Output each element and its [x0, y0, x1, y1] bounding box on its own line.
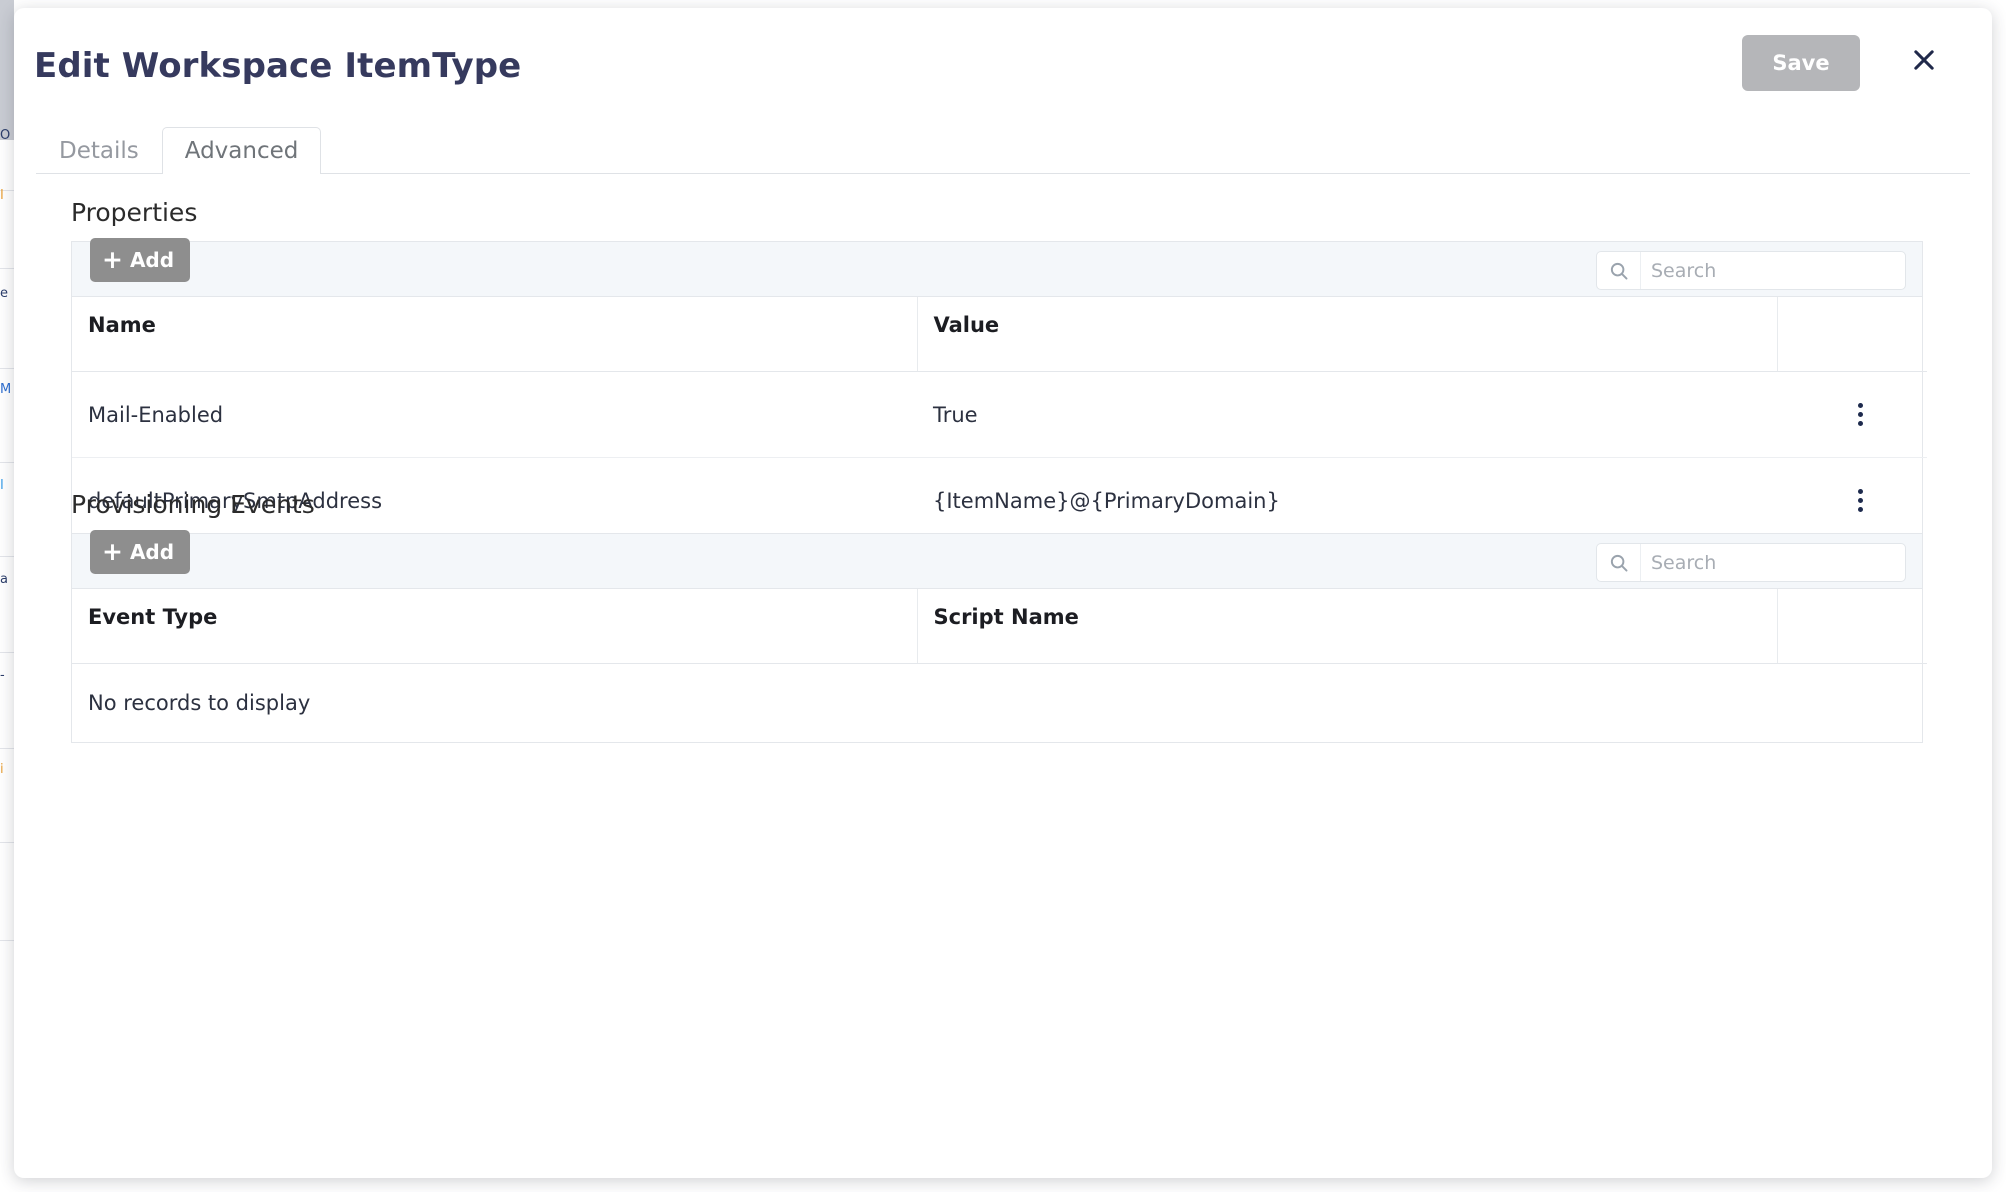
- provisioning-events-grid-panel: + Add: [71, 533, 1923, 743]
- save-button[interactable]: Save: [1742, 35, 1860, 91]
- tab-advanced[interactable]: Advanced: [162, 127, 322, 174]
- background-divider: [0, 748, 14, 749]
- properties-column-header-value[interactable]: Value: [917, 297, 1777, 372]
- kebab-menu-icon[interactable]: [1843, 399, 1877, 430]
- properties-column-header-name[interactable]: Name: [72, 297, 917, 372]
- page-title: Edit Workspace ItemType: [34, 46, 521, 86]
- provisioning-events-column-header-actions: [1777, 589, 1927, 664]
- plus-icon: +: [102, 539, 123, 564]
- background-divider: [0, 652, 14, 653]
- provisioning-events-column-header-script-name[interactable]: Script Name: [917, 589, 1777, 664]
- background-divider: [0, 368, 14, 369]
- provisioning-events-section-title: Provisioning Events: [71, 490, 1970, 519]
- provisioning-events-table-header-row: Event Type Script Name: [72, 589, 1927, 664]
- provisioning-events-section: Provisioning Events + Add: [36, 490, 1970, 743]
- search-icon: [1597, 544, 1641, 581]
- provisioning-events-add-label: Add: [130, 540, 174, 564]
- close-icon: [1910, 46, 1938, 74]
- tab-details[interactable]: Details: [36, 127, 162, 173]
- empty-state-message: No records to display: [72, 664, 1927, 743]
- background-divider: [0, 556, 14, 557]
- provisioning-events-column-header-event-type[interactable]: Event Type: [72, 589, 917, 664]
- properties-search-input[interactable]: [1641, 252, 1905, 289]
- background-divider: [0, 268, 14, 269]
- provisioning-events-search-box[interactable]: [1596, 543, 1906, 582]
- tab-bar: Details Advanced: [36, 128, 1970, 174]
- provisioning-events-search-input[interactable]: [1641, 544, 1905, 581]
- close-button[interactable]: [1904, 40, 1944, 80]
- background-divider: [0, 842, 14, 843]
- provisioning-events-grid-toolbar: + Add: [72, 534, 1922, 589]
- plus-icon: +: [102, 247, 123, 272]
- properties-add-label: Add: [130, 248, 174, 272]
- table-row[interactable]: Mail-Enabled True: [72, 372, 1927, 458]
- background-divider: [0, 462, 14, 463]
- properties-cell-actions: [1777, 372, 1927, 458]
- properties-cell-name: Mail-Enabled: [72, 372, 917, 458]
- background-topbar: [0, 0, 14, 140]
- properties-table-header-row: Name Value: [72, 297, 1927, 372]
- edit-workspace-itemtype-dialog: Edit Workspace ItemType Save Details Adv…: [14, 8, 1992, 1178]
- search-icon: [1597, 252, 1641, 289]
- properties-column-header-actions: [1777, 297, 1927, 372]
- provisioning-events-add-button[interactable]: + Add: [90, 530, 190, 574]
- properties-grid-toolbar: + Add: [72, 242, 1922, 297]
- properties-cell-value: True: [917, 372, 1777, 458]
- properties-add-button[interactable]: + Add: [90, 238, 190, 282]
- properties-search-box[interactable]: [1596, 251, 1906, 290]
- empty-state-row: No records to display: [72, 664, 1927, 743]
- dialog-header: Edit Workspace ItemType Save: [14, 8, 1992, 120]
- properties-section-title: Properties: [71, 198, 1970, 227]
- background-divider: [0, 940, 14, 941]
- provisioning-events-table: Event Type Script Name No records to dis…: [72, 589, 1927, 742]
